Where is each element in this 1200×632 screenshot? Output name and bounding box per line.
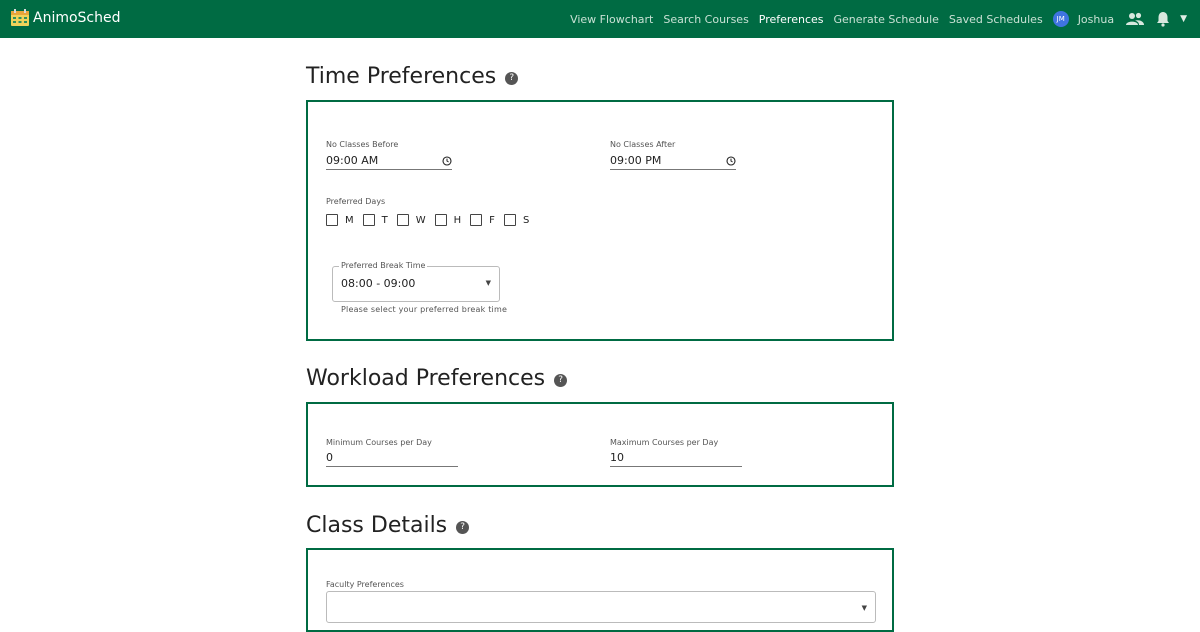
day-label: S bbox=[522, 214, 530, 226]
break-time-helper: Please select your preferred break time bbox=[341, 305, 508, 314]
break-time-label: Preferred Break Time bbox=[339, 261, 428, 270]
workload-preferences-heading: Workload Preferences ? bbox=[306, 366, 568, 391]
avatar[interactable]: JM bbox=[1052, 11, 1069, 27]
top-navbar: AnimoSched View Flowchart Search Courses… bbox=[0, 0, 1200, 38]
day-label: F bbox=[489, 214, 495, 226]
preferred-days-label: Preferred Days bbox=[326, 197, 386, 206]
nav-saved-schedules[interactable]: Saved Schedules bbox=[949, 13, 1043, 26]
break-time-select[interactable]: Preferred Break Time 08:00 - 09:00 ▼ bbox=[332, 261, 500, 302]
nav-view-flowchart[interactable]: View Flowchart bbox=[570, 13, 653, 26]
help-icon[interactable]: ? bbox=[456, 520, 470, 534]
username[interactable]: Joshua bbox=[1078, 13, 1114, 26]
workload-preferences-title: Workload Preferences bbox=[306, 366, 546, 391]
nav-preferences[interactable]: Preferences bbox=[759, 13, 824, 26]
day-label: W bbox=[415, 214, 426, 226]
max-courses-value: 10 bbox=[610, 451, 624, 464]
class-details-title: Class Details bbox=[306, 513, 448, 538]
brand[interactable]: AnimoSched bbox=[10, 9, 121, 27]
checkbox[interactable] bbox=[362, 214, 375, 226]
faculty-preferences-label: Faculty Preferences bbox=[326, 580, 404, 589]
class-details-card: Faculty Preferences ▼ bbox=[306, 548, 894, 632]
nav-menu: View Flowchart Search Courses Preference… bbox=[570, 0, 1200, 38]
time-preferences-title: Time Preferences bbox=[306, 64, 497, 89]
day-checkbox-w[interactable]: W bbox=[396, 214, 426, 226]
bell-icon[interactable] bbox=[1156, 11, 1170, 27]
no-classes-after-value: 09:00 PM bbox=[610, 154, 662, 167]
calendar-logo-icon bbox=[11, 9, 29, 26]
workload-preferences-card: Minimum Courses per Day 0 Maximum Course… bbox=[306, 402, 894, 487]
preferred-days-group: M T W H F S bbox=[326, 214, 538, 226]
no-classes-before-label: No Classes Before bbox=[326, 140, 399, 149]
clock-icon[interactable] bbox=[442, 155, 452, 166]
min-courses-label: Minimum Courses per Day bbox=[326, 438, 432, 447]
break-time-value: 08:00 - 09:00 bbox=[341, 277, 416, 290]
time-preferences-card: No Classes Before 09:00 AM No Classes Af… bbox=[306, 100, 894, 341]
clock-icon[interactable] bbox=[726, 155, 736, 166]
faculty-preferences-select[interactable]: ▼ bbox=[326, 591, 876, 623]
no-classes-before-value: 09:00 AM bbox=[326, 154, 379, 167]
no-classes-after-label: No Classes After bbox=[610, 140, 676, 149]
no-classes-after-input[interactable]: 09:00 PM bbox=[610, 152, 736, 170]
min-courses-input[interactable]: 0 bbox=[326, 449, 458, 467]
help-icon[interactable]: ? bbox=[505, 71, 519, 85]
class-details-heading: Class Details ? bbox=[306, 513, 470, 538]
day-checkbox-s[interactable]: S bbox=[503, 214, 530, 226]
min-courses-value: 0 bbox=[326, 451, 333, 464]
checkbox[interactable] bbox=[396, 214, 409, 226]
day-label: T bbox=[381, 214, 388, 226]
nav-search-courses[interactable]: Search Courses bbox=[663, 13, 748, 26]
app-name: AnimoSched bbox=[33, 10, 121, 26]
caret-down-icon[interactable]: ▼ bbox=[1180, 14, 1187, 24]
chevron-down-icon[interactable]: ▼ bbox=[486, 279, 491, 287]
day-checkbox-f[interactable]: F bbox=[470, 214, 495, 226]
day-label: M bbox=[345, 214, 354, 226]
day-label: H bbox=[453, 214, 462, 226]
checkbox[interactable] bbox=[434, 214, 447, 226]
checkbox[interactable] bbox=[326, 214, 338, 226]
no-classes-before-input[interactable]: 09:00 AM bbox=[326, 152, 452, 170]
max-courses-label: Maximum Courses per Day bbox=[610, 438, 719, 447]
people-icon[interactable] bbox=[1126, 12, 1145, 26]
max-courses-input[interactable]: 10 bbox=[610, 449, 742, 467]
day-checkbox-m[interactable]: M bbox=[326, 214, 354, 226]
help-icon[interactable]: ? bbox=[554, 373, 568, 387]
nav-generate-schedule[interactable]: Generate Schedule bbox=[834, 13, 939, 26]
day-checkbox-t[interactable]: T bbox=[362, 214, 388, 226]
time-preferences-heading: Time Preferences ? bbox=[306, 64, 519, 89]
checkbox[interactable] bbox=[470, 214, 483, 226]
day-checkbox-h[interactable]: H bbox=[434, 214, 462, 226]
checkbox[interactable] bbox=[503, 214, 516, 226]
